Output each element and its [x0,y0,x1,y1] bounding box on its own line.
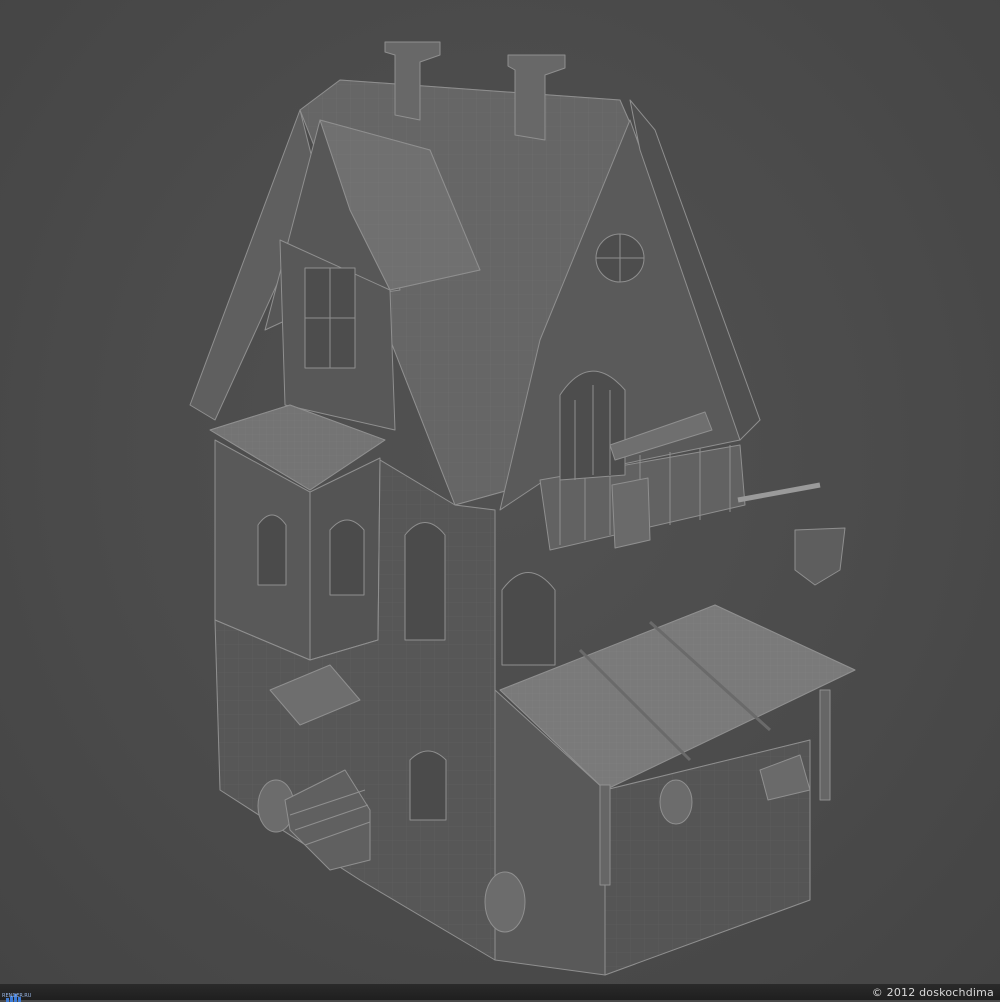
logo-text: RENDER.RU [2,993,32,999]
house-model [189,41,856,976]
render-viewport: RENDER.RU © 2012 doskochdima [0,0,1000,1002]
hanging-sign [794,527,846,586]
sign-bracket [737,482,821,503]
render-ru-logo: RENDER.RU [2,983,38,1002]
copyright-credit: © 2012 doskochdima [871,986,994,999]
house-model-render [189,41,856,976]
shop-post [599,784,611,886]
footer-bar: RENDER.RU © 2012 doskochdima [0,983,1000,1002]
balcony-banner [611,477,651,549]
